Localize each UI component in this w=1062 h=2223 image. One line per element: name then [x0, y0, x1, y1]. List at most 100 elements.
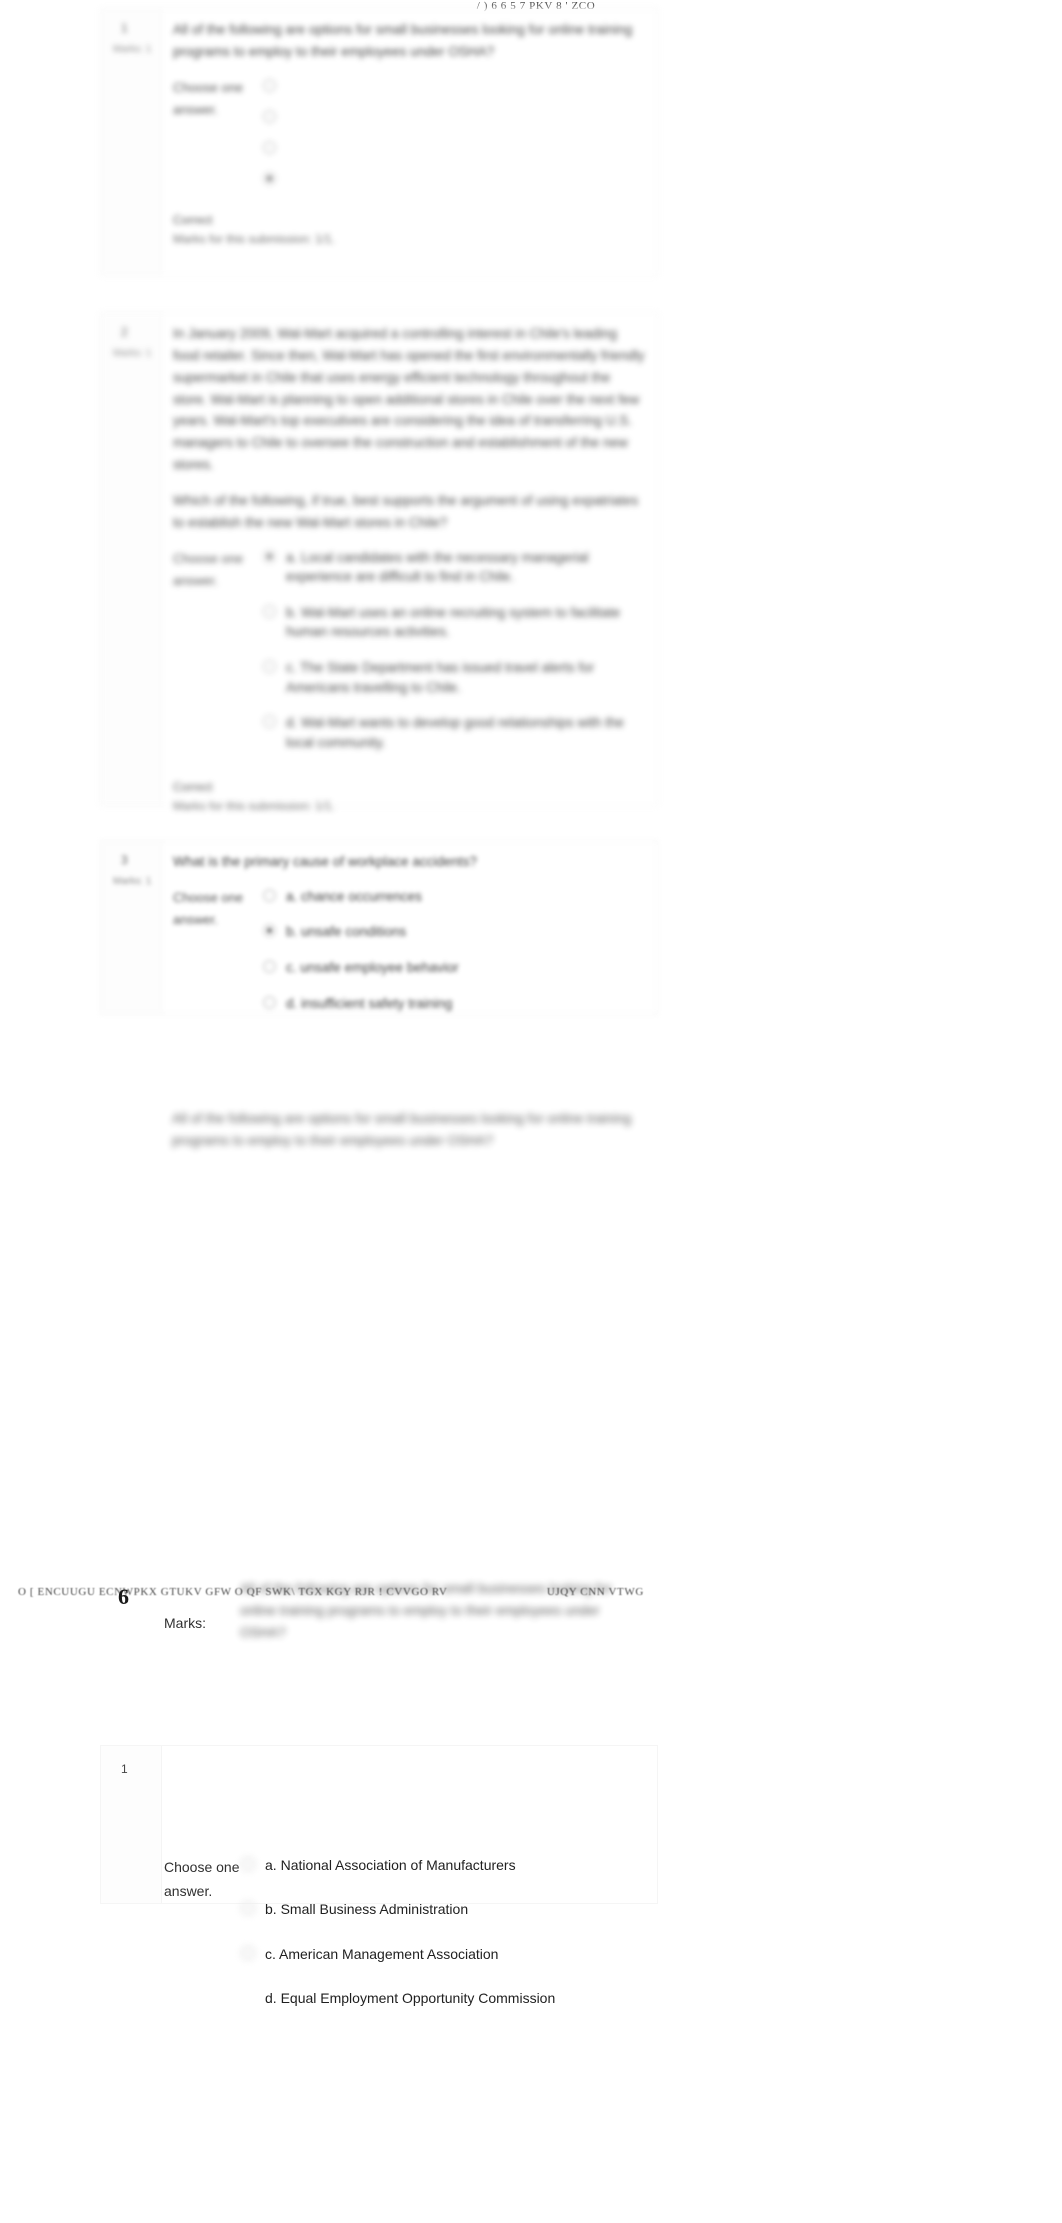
question-number-4: 1	[121, 1762, 128, 1776]
radio-button-icon[interactable]	[263, 604, 276, 618]
option-letter: b.	[286, 604, 298, 620]
radio-button-icon[interactable]	[263, 549, 276, 563]
option-row[interactable]: a. chance occurrences	[263, 887, 645, 907]
option-row[interactable]: d. insufficient safety training	[263, 994, 645, 1014]
option-row[interactable]: a. National Association of Manufacturers	[241, 1855, 661, 1875]
question-marks-1: Marks: 1	[113, 44, 152, 55]
option-letter: a.	[286, 888, 298, 904]
radio-button-icon[interactable]	[263, 995, 276, 1009]
options-list-3: a. chance occurrences b. unsafe conditio…	[263, 887, 645, 1029]
radio-button-icon[interactable]	[263, 659, 276, 673]
choose-one-answer-label-1: Choose one answer.	[173, 79, 244, 118]
question-body-3: What is the primary cause of workplace a…	[173, 851, 645, 1029]
question-card-2: 2 Marks: 1 In January 2009, Wal-Mart acq…	[100, 312, 658, 813]
option-row[interactable]: d. Equal Employment Opportunity Commissi…	[241, 1988, 661, 2008]
option-letter: d.	[286, 995, 298, 1011]
question-number-2: 2	[121, 325, 128, 339]
question-text-4-blurred-title	[173, 1760, 645, 1774]
question-body-4-fragment: All of the following are options for sma…	[172, 1108, 646, 1166]
option-letter: c.	[286, 659, 297, 675]
option-row[interactable]	[263, 108, 645, 123]
question-text-2b: Which of the following, if true, best su…	[173, 493, 639, 530]
question-body-4-sharp	[173, 1760, 645, 1816]
radio-button-icon[interactable]	[241, 1901, 255, 1916]
option-row[interactable]: b. Wal-Mart uses an online recruiting sy…	[263, 603, 645, 642]
option-row[interactable]	[263, 139, 645, 154]
option-label: d. Equal Employment Opportunity Commissi…	[265, 1988, 661, 2008]
option-letter: a.	[265, 1857, 277, 1873]
marks-label: Marks:	[164, 1615, 206, 1631]
feedback-marks: Marks for this submission: 1/1.	[173, 799, 336, 814]
radio-button-icon[interactable]	[241, 1945, 255, 1960]
option-row[interactable]: c. American Management Association	[241, 1944, 661, 1964]
choose-one-answer-label-4: Choose one answer.	[164, 1855, 244, 1903]
choose-one-answer-label-2: Choose one answer.	[173, 550, 244, 589]
question-card-4-top-fragment: All of the following are options for sma…	[100, 1108, 658, 1186]
feedback-block-1: Correct Marks for this submission: 1/1.	[173, 211, 645, 249]
option-text: chance occurrences	[301, 888, 422, 904]
choose-word-1: Choose one answer.	[164, 1859, 240, 1900]
option-letter: c.	[265, 1945, 276, 1962]
question-number-3: 3	[121, 853, 128, 867]
feedback-marks: Marks for this submission: 1/1.	[173, 231, 336, 246]
option-letter: b.	[265, 1901, 277, 1918]
option-letter: b.	[286, 924, 298, 940]
choose-one-answer-label-3: Choose one answer.	[173, 889, 244, 928]
option-text: Wal-Mart uses an online recruiting syste…	[286, 604, 621, 640]
option-row[interactable]: b. Small Business Administration	[241, 1899, 661, 1919]
option-text: Equal Employment Opportunity Commission	[280, 1989, 556, 2006]
feedback-title: Correct	[173, 780, 213, 795]
radio-button-icon[interactable]	[263, 888, 276, 902]
feedback-title: Correct	[173, 212, 213, 227]
option-label: c. unsafe employee behavior	[286, 958, 645, 978]
question-text-4: All of the following are options for sma…	[240, 1581, 612, 1640]
radio-button-icon[interactable]	[263, 924, 276, 938]
option-label: d. Wal-Mart wants to develop good relati…	[286, 713, 645, 752]
question-card-3: 3 Marks: 1 What is the primary cause of …	[100, 840, 658, 1015]
options-list-2: a. Local candidates with the necessary m…	[263, 548, 645, 769]
option-row[interactable]: a. Local candidates with the necessary m…	[263, 548, 645, 587]
question-text-2: In January 2009, Wal-Mart acquired a con…	[173, 326, 645, 473]
option-label: b. unsafe conditions	[286, 922, 645, 942]
option-row[interactable]: b. unsafe conditions	[263, 922, 645, 942]
option-letter: c.	[286, 959, 297, 975]
option-label: a. Local candidates with the necessary m…	[286, 548, 645, 587]
option-text: insufficient safety training	[301, 995, 453, 1011]
radio-button-icon[interactable]	[263, 959, 276, 973]
option-label: c. American Management Association	[265, 1944, 661, 1964]
question-card-1: 1 Marks: 1 All of the following are opti…	[100, 8, 658, 276]
quiz-review-page: / ) 6 6 5 7 PKV 8 ' ZCO 1 Marks: 1 All o…	[0, 0, 1062, 2223]
radio-button-icon[interactable]	[263, 171, 276, 185]
option-row[interactable]: c. unsafe employee behavior	[263, 958, 645, 978]
radio-button-icon[interactable]	[263, 140, 276, 154]
option-row[interactable]	[263, 77, 645, 92]
radio-button-icon[interactable]	[263, 109, 276, 123]
question-text-4-fragment: All of the following are options for sma…	[172, 1111, 632, 1148]
question-marks-2: Marks: 1	[113, 348, 152, 359]
options-list-1	[263, 77, 645, 201]
option-row[interactable]: c. The State Department has issued trave…	[263, 658, 645, 697]
option-row[interactable]	[263, 170, 645, 185]
option-letter: d.	[286, 715, 298, 731]
option-label: c. The State Department has issued trave…	[286, 658, 645, 697]
question-marks-3: Marks: 1	[113, 876, 152, 887]
question-sidebar-2	[101, 313, 162, 805]
option-text: Small Business Administration	[280, 1901, 469, 1918]
question-text-1: All of the following are options for sma…	[173, 22, 633, 59]
option-row[interactable]: d. Wal-Mart wants to develop good relati…	[263, 713, 645, 752]
feedback-block-2: Correct Marks for this submission: 1/1.	[173, 778, 645, 816]
question-text-3: What is the primary cause of workplace a…	[173, 854, 477, 869]
option-label: b. Wal-Mart uses an online recruiting sy…	[286, 603, 645, 642]
question-body-1: All of the following are options for sma…	[173, 19, 645, 249]
radio-button-icon[interactable]	[263, 78, 276, 92]
radio-button-icon[interactable]	[241, 1857, 255, 1871]
option-text: National Association of Manufacturers	[280, 1857, 516, 1873]
option-text: Local candidates with the necessary mana…	[286, 549, 589, 585]
option-label: b. Small Business Administration	[265, 1899, 661, 1919]
radio-button-icon[interactable]	[263, 715, 276, 729]
question-body-4: All of the following are options for sma…	[240, 1578, 648, 1658]
option-text: unsafe employee behavior	[300, 959, 459, 975]
question-sidebar-3	[101, 841, 162, 1014]
option-label: d. insufficient safety training	[286, 994, 645, 1014]
option-letter: d.	[265, 1989, 277, 2006]
